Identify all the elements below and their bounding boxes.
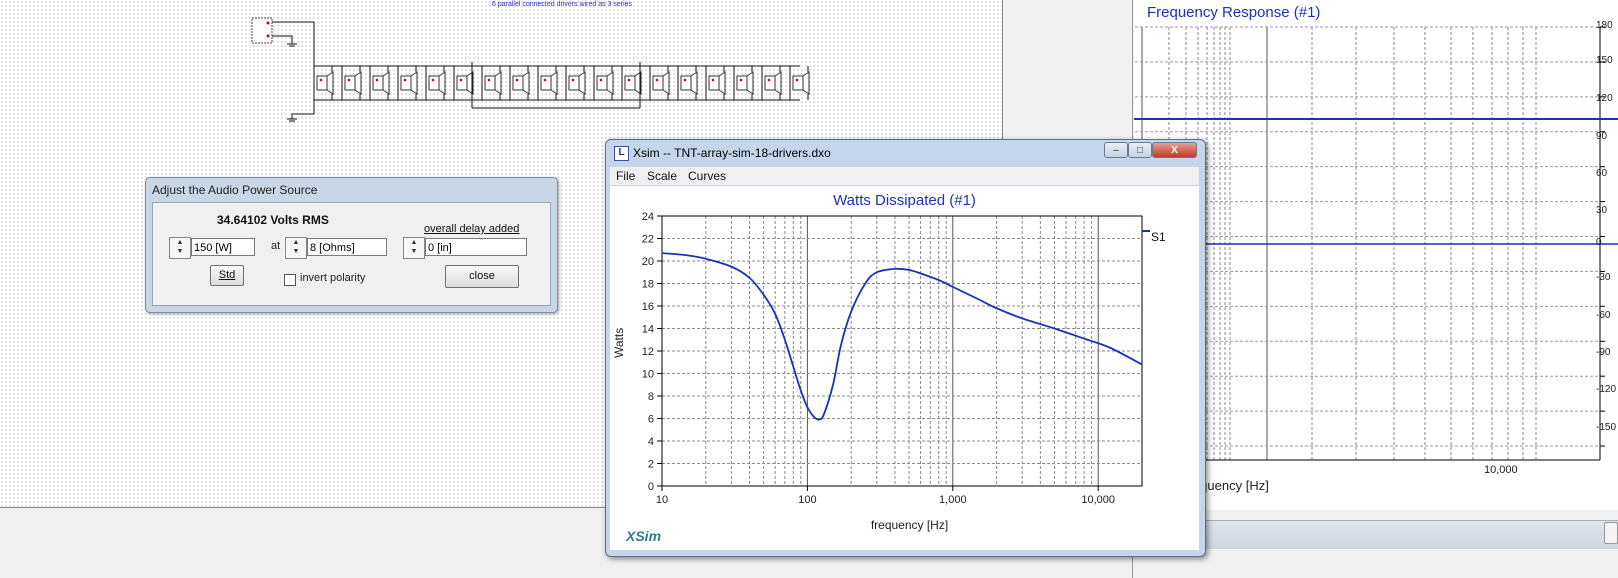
delay-label: overall delay added bbox=[424, 223, 520, 235]
driver-icon bbox=[425, 66, 446, 100]
x-tick-label: 10 bbox=[656, 494, 668, 506]
y-tick-label: 16 bbox=[642, 301, 654, 313]
fr-y-tick-label: -30 bbox=[1596, 272, 1611, 283]
horizontal-scrollbar[interactable] bbox=[1205, 520, 1618, 549]
series-line-s1 bbox=[661, 252, 1143, 421]
fr-y-tick-label: 0 bbox=[1596, 237, 1602, 248]
x-tick-label: 1,000 bbox=[939, 494, 967, 506]
y-tick-label: 4 bbox=[648, 436, 654, 448]
y-tick-label: 8 bbox=[648, 391, 654, 403]
delay-field[interactable]: 0 [in] bbox=[425, 238, 527, 256]
spin-down-icon[interactable]: ▼ bbox=[411, 248, 418, 255]
fr-y-tick-label: 60 bbox=[1596, 168, 1608, 179]
xsim-window: L Xsim -- TNT-array-sim-18-drivers.dxo –… bbox=[605, 139, 1206, 557]
spin-down-icon[interactable]: ▼ bbox=[293, 248, 300, 255]
chart-y-label: Watts bbox=[612, 327, 626, 358]
dialog-body: 34.64102 Volts RMS ▲ ▼ 150 [W] at ▲ ▼ 8 [O… bbox=[152, 202, 551, 306]
close-window-button[interactable]: X bbox=[1152, 142, 1197, 158]
source-terminal bbox=[266, 34, 270, 38]
close-button[interactable]: close bbox=[445, 265, 519, 288]
volts-rms-readout: 34.64102 Volts RMS bbox=[217, 213, 329, 227]
driver-icon bbox=[649, 66, 670, 100]
driver-icon bbox=[733, 66, 754, 100]
driver-icon bbox=[481, 66, 502, 100]
xsim-app-icon: L bbox=[614, 146, 629, 161]
watts-dissipated-chart: 02468101214161820222410 100 1,000 10,000 bbox=[642, 211, 1150, 506]
spin-up-icon[interactable]: ▲ bbox=[411, 239, 418, 246]
y-tick-label: 2 bbox=[648, 459, 654, 471]
delay-spinner[interactable]: ▲ ▼ bbox=[403, 237, 425, 259]
driver-icon bbox=[593, 66, 614, 100]
chart-x-label: frequency [Hz] bbox=[870, 518, 949, 532]
minimize-button[interactable]: – bbox=[1104, 142, 1128, 158]
y-tick-label: 18 bbox=[642, 279, 654, 291]
y-tick-label: 12 bbox=[642, 346, 654, 358]
at-label: at bbox=[271, 240, 281, 252]
power-source-dialog: Adjust the Audio Power Source 34.64102 V… bbox=[145, 177, 558, 313]
fr-y-tick-label: -60 bbox=[1596, 310, 1611, 321]
std-button[interactable]: Std bbox=[210, 265, 244, 286]
y-tick-label: 6 bbox=[648, 414, 654, 426]
menu-scale[interactable]: Scale bbox=[647, 169, 677, 183]
driver-icon bbox=[453, 66, 474, 100]
driver-icon bbox=[761, 66, 782, 100]
chart-title: Watts Dissipated (#1) bbox=[833, 192, 976, 209]
x-tick-label: 100 bbox=[798, 494, 816, 506]
y-tick-label: 0 bbox=[648, 481, 654, 493]
spin-up-icon[interactable]: ▲ bbox=[177, 239, 184, 246]
dialog-title: Adjust the Audio Power Source bbox=[152, 183, 318, 197]
menu-file[interactable]: File bbox=[616, 169, 635, 183]
driver-icon bbox=[621, 66, 642, 100]
driver-icon bbox=[789, 66, 810, 100]
x-tick-label: 10,000 bbox=[1081, 494, 1115, 506]
legend-entry-s1: S1 bbox=[1151, 230, 1166, 244]
xsim-logo: XSim bbox=[626, 528, 662, 544]
driver-icon bbox=[677, 66, 698, 100]
driver-icon bbox=[565, 66, 586, 100]
y-tick-label: 10 bbox=[642, 369, 654, 381]
menu-bar: File Scale Curves bbox=[610, 167, 1199, 185]
chart-area[interactable]: 0 2 4 6 8 10 12 14 16 18 20 22 24 10 100 1,000 10,000 Wa… bbox=[610, 186, 1199, 550]
fr-y-tick-label: -90 bbox=[1596, 347, 1611, 358]
wire bbox=[291, 100, 315, 119]
y-tick-label: 24 bbox=[642, 211, 654, 223]
impedance-spinner[interactable]: ▲ ▼ bbox=[285, 237, 307, 259]
driver-icon bbox=[369, 66, 390, 100]
y-tick-label: 14 bbox=[642, 324, 654, 336]
window-title: Xsim -- TNT-array-sim-18-drivers.dxo bbox=[633, 146, 831, 160]
driver-icon bbox=[397, 66, 418, 100]
driver-icon bbox=[341, 66, 362, 100]
fr-y-tick-label: -120 bbox=[1596, 384, 1617, 395]
menu-curves[interactable]: Curves bbox=[688, 169, 726, 183]
source-symbol bbox=[251, 17, 273, 44]
y-tick-label: 22 bbox=[642, 234, 654, 246]
driver-icon bbox=[313, 66, 334, 100]
frequency-response-title: Frequency Response (#1) bbox=[1147, 4, 1321, 21]
fr-y-tick-label: -150 bbox=[1596, 422, 1617, 433]
source-terminal bbox=[266, 21, 270, 25]
scroll-right-button[interactable] bbox=[1604, 522, 1618, 544]
frequency-response-graph bbox=[1134, 26, 1618, 461]
maximize-button[interactable]: □ bbox=[1128, 142, 1152, 158]
spin-up-icon[interactable]: ▲ bbox=[293, 239, 300, 246]
frequency-response-x-tick: 10,000 bbox=[1484, 464, 1518, 476]
wire bbox=[272, 35, 293, 44]
fr-y-tick-label: 120 bbox=[1596, 93, 1613, 104]
power-field[interactable]: 150 [W] bbox=[191, 238, 255, 256]
invert-polarity-label: invert polarity bbox=[300, 272, 366, 284]
fr-y-tick-label: 90 bbox=[1596, 131, 1608, 142]
fr-y-tick-label: 180 bbox=[1596, 20, 1613, 31]
driver-icon bbox=[705, 66, 726, 100]
fr-y-tick-label: 30 bbox=[1596, 205, 1608, 216]
power-spinner[interactable]: ▲ ▼ bbox=[169, 237, 191, 259]
driver-icon bbox=[537, 66, 558, 100]
invert-polarity-checkbox[interactable] bbox=[284, 274, 296, 286]
fr-y-tick-label: 150 bbox=[1596, 55, 1613, 66]
spin-down-icon[interactable]: ▼ bbox=[177, 248, 184, 255]
impedance-field[interactable]: 8 [Ohms] bbox=[307, 238, 387, 256]
driver-icon bbox=[509, 66, 530, 100]
y-tick-label: 20 bbox=[642, 256, 654, 268]
